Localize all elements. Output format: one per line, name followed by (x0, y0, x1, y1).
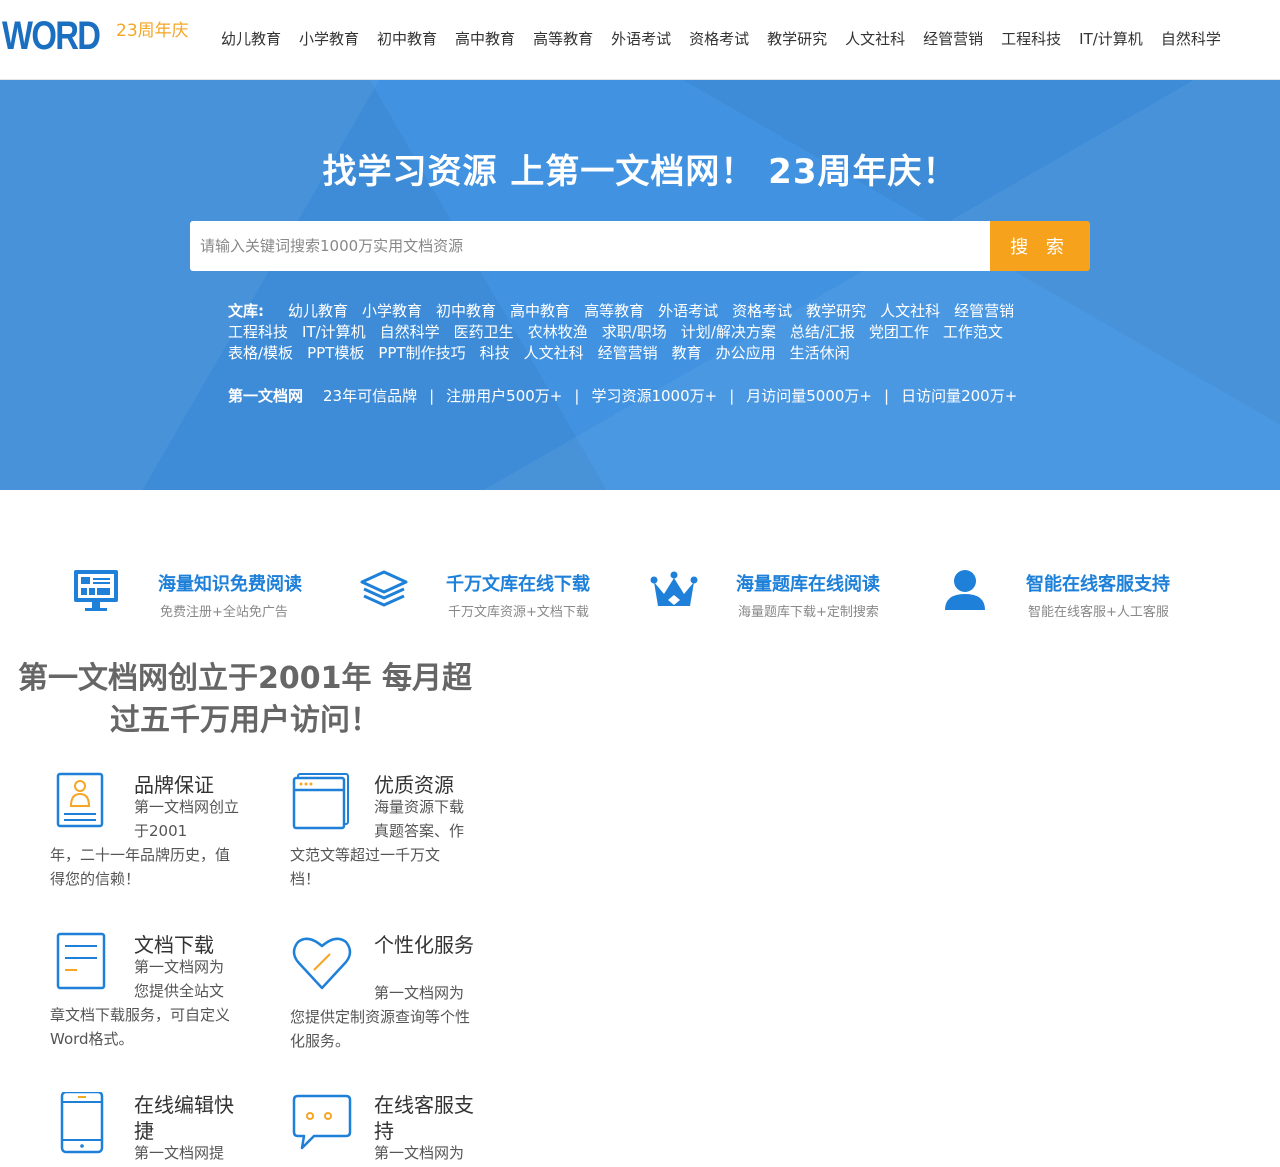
layers-icon (360, 570, 408, 607)
card-desc: 章文档下载服务，可自定义Word格式。 (50, 1006, 231, 1048)
category-link[interactable]: 人文社科 (880, 302, 940, 320)
document-icon (56, 932, 106, 990)
card-desc: 海量资源下载真题答案、作 (374, 798, 465, 840)
stat-item: 注册用户500万+ (446, 387, 563, 405)
category-link[interactable]: 总结/汇报 (790, 323, 855, 341)
chat-icon (292, 1094, 352, 1150)
category-link[interactable]: 计划/解决方案 (681, 323, 776, 341)
phone-icon (60, 1092, 104, 1154)
stat-item: 23年可信品牌 (323, 387, 418, 405)
category-link[interactable]: 自然科学 (380, 323, 440, 341)
nav-item-junior-high[interactable]: 初中教育 (368, 28, 446, 49)
feature-subtitle: 海量题库下载+定制搜索 (738, 605, 879, 620)
nav-item-teaching-research[interactable]: 教学研究 (758, 28, 836, 49)
user-icon (945, 570, 985, 610)
feature-subtitle: 免费注册+全站免广告 (160, 605, 288, 620)
stat-separator: | (729, 387, 735, 405)
site-stats: 第一文档网 23年可信品牌 | 注册用户500万+ | 学习资源1000万+ | 月访问量50… (228, 385, 1017, 406)
category-link[interactable]: 高中教育 (510, 302, 570, 320)
nav-item-preschool[interactable]: 幼儿教育 (212, 28, 290, 49)
nav-item-primary[interactable]: 小学教育 (290, 28, 368, 49)
card-title: 在线客服支持 (374, 1093, 474, 1143)
card-desc: 第一文档网提 (134, 1144, 225, 1162)
card-title: 个性化服务 (374, 933, 474, 957)
category-link[interactable]: 工程科技 (228, 323, 288, 341)
category-link[interactable]: 科技 (480, 344, 510, 362)
category-link[interactable]: 初中教育 (436, 302, 496, 320)
browser-icon (292, 773, 349, 830)
feature-title: 千万文库在线下载 (446, 574, 590, 595)
library-label: 文库: (228, 302, 264, 320)
nav-item-it[interactable]: IT/计算机 (1070, 28, 1152, 49)
category-link[interactable]: 办公应用 (716, 344, 776, 362)
category-link[interactable]: 表格/模板 (228, 344, 293, 362)
main-nav: 幼儿教育 小学教育 初中教育 高中教育 高等教育 外语考试 资格考试 教学研究 … (212, 28, 1230, 49)
badge-icon (56, 772, 104, 828)
category-link[interactable]: PPT制作技巧 (378, 344, 465, 362)
card-desc: 第一文档网为 (374, 1144, 465, 1162)
card-desc: 您提供定制资源查询等个性化服务。 (290, 1008, 471, 1050)
heart-icon (292, 937, 352, 990)
category-link[interactable]: 经管营销 (954, 302, 1014, 320)
category-link[interactable]: 资格考试 (732, 302, 792, 320)
category-link[interactable]: 外语考试 (658, 302, 718, 320)
library-categories: 文库: 幼儿教育 小学教育 初中教育 高中教育 高等教育 外语考试 资格考试 教学研究 人文社科经… (228, 301, 1098, 364)
card-desc: 第一文档网为 (374, 984, 465, 1002)
card-desc: 年，二十一年品牌历史，值得您的信赖！ (50, 846, 231, 888)
category-link[interactable]: 小学教育 (362, 302, 422, 320)
card-desc: 文范文等超过一千万文档！ (290, 846, 441, 888)
search-button[interactable]: 搜 索 (990, 221, 1090, 271)
feature-strip: 海量知识免费阅读 免费注册+全站免广告 千万文库在线下载 千万文库资源+文档下载… (0, 560, 1280, 630)
category-link[interactable]: 生活休闲 (790, 344, 850, 362)
category-link[interactable]: 党团工作 (869, 323, 929, 341)
category-link[interactable]: PPT模板 (307, 344, 364, 362)
stat-separator: | (429, 387, 435, 405)
card-desc: 第一文档网创立于2001 (134, 798, 240, 840)
category-link[interactable]: 教学研究 (806, 302, 866, 320)
nav-item-qualification[interactable]: 资格考试 (680, 28, 758, 49)
nav-item-management[interactable]: 经管营销 (914, 28, 992, 49)
feature-title: 海量题库在线阅读 (736, 574, 880, 595)
anniversary-label[interactable]: 23周年庆 (116, 16, 189, 41)
search-input[interactable] (190, 221, 990, 271)
category-link[interactable]: 人文社科 (524, 344, 584, 362)
top-header: WORD 23周年庆 幼儿教育 小学教育 初中教育 高中教育 高等教育 外语考试… (0, 0, 1280, 80)
stats-brand: 第一文档网 (228, 387, 304, 405)
stat-item: 学习资源1000万+ (591, 387, 718, 405)
hero-banner: 找学习资源 上第一文档网！ 23周年庆！ 搜 索 文库: 幼儿教育小学教育初中教育… (0, 80, 1280, 490)
stat-item: 月访问量5000万+ (746, 387, 872, 405)
nav-item-natural-science[interactable]: 自然科学 (1152, 28, 1230, 49)
search-bar: 搜 索 (190, 221, 1090, 271)
feature-subtitle: 智能在线客服+人工客服 (1028, 605, 1169, 620)
card-title: 在线编辑快捷 (134, 1093, 234, 1143)
site-logo[interactable]: WORD (2, 14, 101, 59)
nav-item-higher-ed[interactable]: 高等教育 (524, 28, 602, 49)
category-link[interactable]: 农林牧渔 (528, 323, 588, 341)
nav-item-senior-high[interactable]: 高中教育 (446, 28, 524, 49)
feature-title: 海量知识免费阅读 (158, 574, 302, 595)
card-desc: 第一文档网为您提供全站文 (134, 958, 225, 1000)
category-link[interactable]: 幼儿教育 (288, 302, 348, 320)
feature-title: 智能在线客服支持 (1026, 574, 1170, 595)
stat-separator: | (884, 387, 890, 405)
stat-item: 日访问量200万+ (901, 387, 1018, 405)
category-link[interactable]: 医药卫生 (454, 323, 514, 341)
hero-title: 找学习资源 上第一文档网！ 23周年庆！ (322, 152, 958, 192)
category-link[interactable]: 求职/职场 (602, 323, 667, 341)
category-link[interactable]: 经管营销 (598, 344, 658, 362)
nav-item-foreign-lang[interactable]: 外语考试 (602, 28, 680, 49)
stat-separator: | (574, 387, 580, 405)
category-link[interactable]: 高等教育 (584, 302, 644, 320)
nav-item-humanities[interactable]: 人文社科 (836, 28, 914, 49)
nav-item-engineering[interactable]: 工程科技 (992, 28, 1070, 49)
category-link[interactable]: IT/计算机 (302, 323, 366, 341)
monitor-icon (74, 570, 118, 611)
crown-icon (650, 571, 698, 606)
feature-subtitle: 千万文库资源+文档下载 (448, 605, 589, 620)
category-link[interactable]: 工作范文 (943, 323, 1003, 341)
about-title: 第一文档网创立于2001年 每月超过五千万用户访问！ (18, 661, 472, 738)
category-link[interactable]: 教育 (672, 344, 702, 362)
